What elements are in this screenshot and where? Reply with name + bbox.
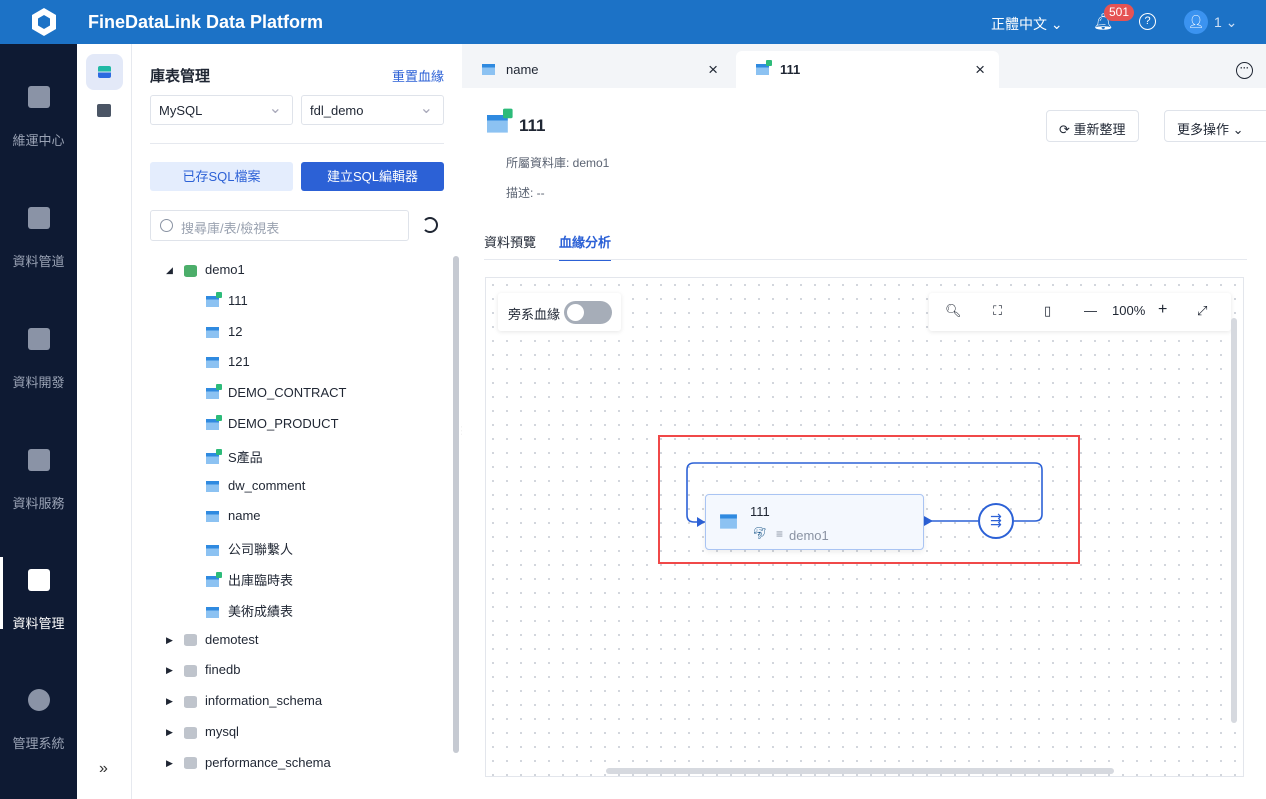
lineage-edges	[686, 462, 1043, 527]
mysql-icon: 🐬︎	[752, 526, 768, 540]
node-title: 111	[750, 504, 770, 519]
node-database: demo1	[789, 528, 829, 543]
lineage-node-111[interactable]: 111 🐬︎ ≡ demo1	[705, 494, 924, 550]
table-icon	[720, 514, 737, 529]
database-icon: ≡	[776, 527, 784, 541]
lineage-operator-icon[interactable]: ⇶	[978, 503, 1014, 539]
